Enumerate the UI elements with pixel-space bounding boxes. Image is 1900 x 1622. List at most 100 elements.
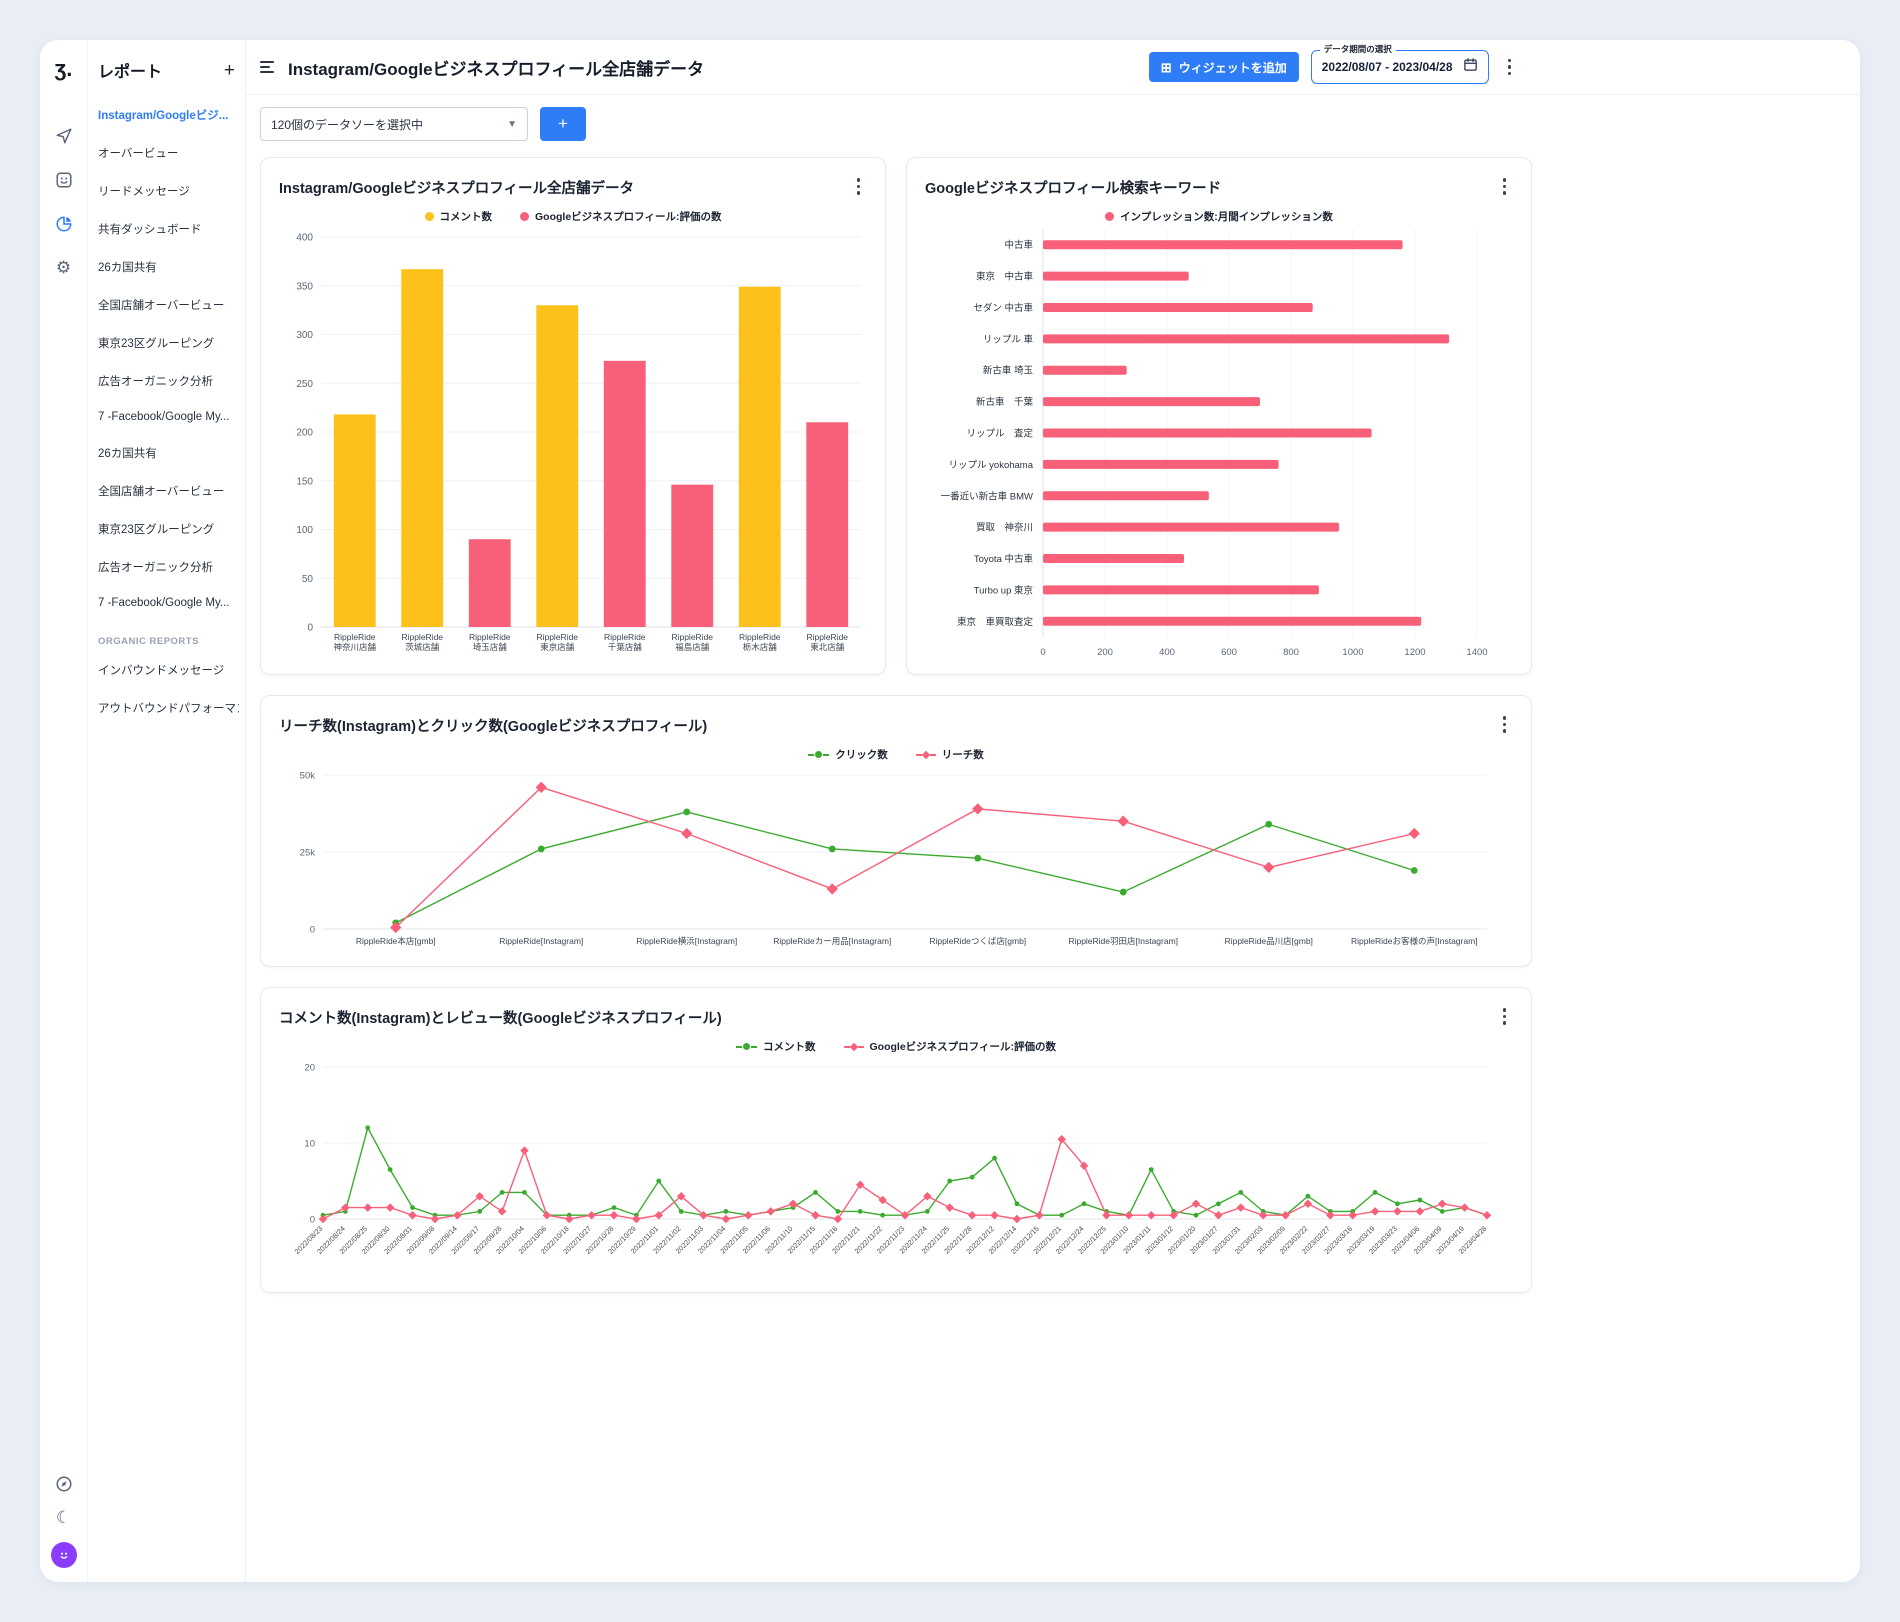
sidebar-item[interactable]: 広告オーガニック分析 [96, 548, 239, 586]
svg-text:リップル 車: リップル 車 [983, 333, 1034, 345]
line-chart-canvas: 010202022/08/232022/08/242022/08/252022/… [279, 1057, 1513, 1283]
svg-text:50k: 50k [300, 770, 316, 781]
legend-item[interactable]: リーチ数 [916, 747, 984, 762]
pie-chart-icon[interactable] [54, 214, 74, 234]
bar-chart-canvas: 050100150200250300350400RippleRide神奈川店舗R… [279, 227, 867, 665]
card-title: リーチ数(Instagram)とクリック数(Googleビジネスプロフィール) [279, 710, 707, 736]
chart-card-keywords: Googleビジネスプロフィール検索キーワード インプレッション数:月間インプレ… [906, 157, 1532, 675]
legend-label: クリック数 [835, 747, 888, 762]
inbox-smiley-icon[interactable] [54, 170, 74, 190]
sidebar: レポート + Instagram/Googleビジ...オーバービューリードメッ… [88, 40, 246, 1582]
moon-icon[interactable]: ☾ [54, 1508, 74, 1528]
sidebar-item[interactable]: 全国店舗オーバービュー [96, 286, 239, 324]
compass-icon[interactable] [54, 1474, 74, 1494]
paper-plane-icon[interactable] [54, 126, 74, 146]
sidebar-item[interactable]: 広告オーガニック分析 [96, 362, 239, 400]
sidebar-item[interactable]: 東京23区グルーピング [96, 510, 239, 548]
legend-label: コメント数 [763, 1039, 816, 1054]
chart-legend: コメント数 Googleビジネスプロフィール:評価の数 [279, 1039, 1513, 1055]
card-kebab-menu[interactable] [1496, 710, 1514, 739]
report-menu-icon[interactable] [260, 61, 274, 73]
chart-card-reach-clicks: リーチ数(Instagram)とクリック数(Googleビジネスプロフィール) … [260, 695, 1532, 967]
sidebar-item[interactable]: リードメッセージ [96, 172, 239, 210]
sidebar-item[interactable]: Instagram/Googleビジ... [96, 96, 239, 134]
sidebar-item[interactable]: 東京23区グルーピング [96, 324, 239, 362]
add-widget-label: ウィジェットを追加 [1179, 59, 1287, 76]
svg-text:400: 400 [1159, 647, 1175, 658]
line-chart-canvas: 025k50kRippleRide本店[gmb]RippleRide[Insta… [279, 765, 1513, 957]
svg-text:0: 0 [310, 1214, 315, 1225]
svg-text:150: 150 [296, 476, 313, 487]
chart-card-stores: Instagram/Googleビジネスプロフィール全店舗データ コメント数 Go… [260, 157, 886, 675]
datasource-select-value: 120個のデータソーを選択中 [271, 116, 423, 133]
svg-text:10: 10 [304, 1138, 315, 1149]
svg-text:RippleRideお客様の声[Instagram]: RippleRideお客様の声[Instagram] [1351, 936, 1478, 946]
sidebar-item[interactable]: 26カ国共有 [96, 434, 239, 472]
legend-item[interactable]: インプレッション数:月間インプレッション数 [1105, 209, 1333, 224]
organic-reports-section-label: ORGANIC REPORTS [98, 636, 237, 647]
datasource-select[interactable]: 120個のデータソーを選択中 ▼ [260, 107, 528, 141]
chart-legend: コメント数 Googleビジネスプロフィール:評価の数 [279, 209, 867, 225]
svg-text:RippleRideつくば店[gmb]: RippleRideつくば店[gmb] [929, 936, 1026, 946]
svg-text:20: 20 [304, 1062, 315, 1073]
legend-label: コメント数 [440, 209, 493, 224]
svg-text:0: 0 [1040, 647, 1045, 658]
legend-item[interactable]: Googleビジネスプロフィール:評価の数 [520, 209, 721, 224]
svg-text:250: 250 [296, 378, 313, 389]
svg-text:RippleRide千葉店舗: RippleRide千葉店舗 [604, 632, 646, 652]
svg-text:RippleRide羽田店[Instagram]: RippleRide羽田店[Instagram] [1068, 936, 1178, 946]
sidebar-item[interactable]: インバウンドメッセージ [96, 651, 239, 689]
sidebar-item[interactable]: アウトバウンドパフォーマンス [96, 689, 239, 727]
sidebar-item[interactable]: 全国店舗オーバービュー [96, 472, 239, 510]
calendar-icon [1463, 57, 1478, 77]
svg-text:200: 200 [1097, 647, 1113, 658]
legend-item[interactable]: Googleビジネスプロフィール:評価の数 [844, 1039, 1056, 1054]
svg-text:RippleRide[Instagram]: RippleRide[Instagram] [499, 936, 583, 946]
chart-card-comments-reviews: コメント数(Instagram)とレビュー数(Googleビジネスプロフィール)… [260, 987, 1532, 1293]
card-kebab-menu[interactable] [1496, 1002, 1514, 1031]
add-widget-icon: ⊞ [1161, 61, 1172, 74]
svg-text:50: 50 [302, 573, 314, 584]
svg-text:1000: 1000 [1342, 647, 1363, 658]
legend-label: Googleビジネスプロフィール:評価の数 [535, 209, 721, 224]
legend-item[interactable]: コメント数 [736, 1039, 816, 1054]
legend-item[interactable]: クリック数 [808, 747, 888, 762]
chevron-down-icon: ▼ [507, 119, 517, 130]
svg-text:RippleRide横浜[Instagram]: RippleRide横浜[Instagram] [636, 936, 737, 946]
app-window: ʒ. ⚙ ☾ [40, 40, 1860, 1582]
avatar[interactable] [51, 1542, 77, 1568]
legend-label: Googleビジネスプロフィール:評価の数 [870, 1039, 1056, 1054]
page-background: ʒ. ⚙ ☾ [0, 0, 1900, 1622]
app-logo[interactable]: ʒ. [55, 56, 73, 82]
legend-label: リーチ数 [942, 747, 984, 762]
sidebar-item[interactable]: 7 -Facebook/Google My... [96, 400, 239, 434]
rail-top-icons: ⚙ [54, 126, 74, 278]
card-kebab-menu[interactable] [1496, 172, 1514, 201]
legend-label: インプレッション数:月間インプレッション数 [1120, 209, 1333, 224]
add-report-button[interactable]: + [224, 61, 235, 80]
svg-text:新古車 千葉: 新古車 千葉 [976, 396, 1034, 408]
rail-bottom-icons: ☾ [51, 1474, 77, 1568]
svg-text:RippleRide東北店舗: RippleRide東北店舗 [806, 632, 848, 652]
gear-icon[interactable]: ⚙ [54, 258, 74, 278]
add-datasource-button[interactable]: + [540, 107, 586, 141]
sidebar-item[interactable]: オーバービュー [96, 134, 239, 172]
card-kebab-menu[interactable] [850, 172, 868, 201]
svg-text:600: 600 [1221, 647, 1237, 658]
card-title: Instagram/Googleビジネスプロフィール全店舗データ [279, 172, 634, 198]
svg-text:リップル 査定: リップル 査定 [966, 427, 1033, 439]
date-range-value: 2022/08/07 - 2023/04/28 [1322, 60, 1453, 74]
chart-legend: インプレッション数:月間インプレッション数 [925, 209, 1513, 225]
svg-text:0: 0 [310, 924, 315, 935]
dashboard-content: Instagram/Googleビジネスプロフィール全店舗データ コメント数 Go… [246, 155, 1532, 1293]
sidebar-item[interactable]: 共有ダッシュボード [96, 210, 239, 248]
date-range-picker[interactable]: データ期間の選択 2022/08/07 - 2023/04/28 [1311, 50, 1489, 84]
add-widget-button[interactable]: ⊞ ウィジェットを追加 [1149, 52, 1299, 82]
legend-item[interactable]: コメント数 [425, 209, 493, 224]
svg-text:東京 中古車: 東京 中古車 [976, 270, 1034, 282]
sidebar-item[interactable]: 26カ国共有 [96, 248, 239, 286]
header-kebab-menu[interactable] [1501, 53, 1519, 82]
svg-text:1200: 1200 [1404, 647, 1425, 658]
sidebar-item[interactable]: 7 -Facebook/Google My... [96, 586, 239, 620]
svg-text:300: 300 [296, 330, 313, 341]
